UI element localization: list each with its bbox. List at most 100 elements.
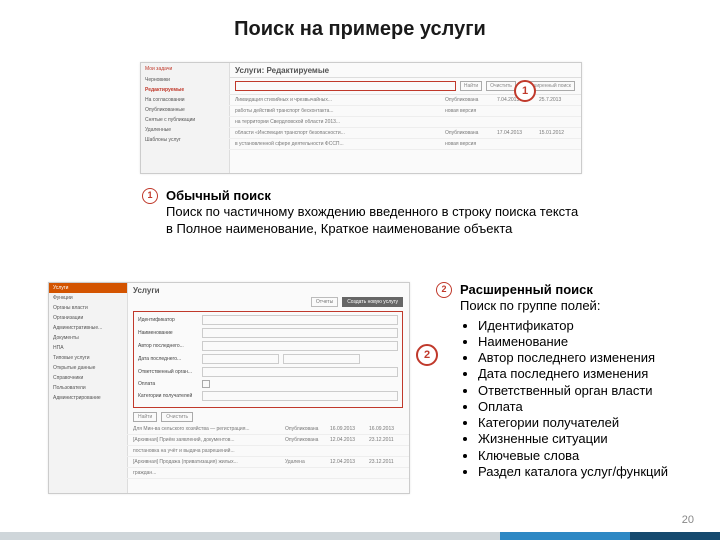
cell: постановка на учёт и выдача разрешений..…: [133, 448, 280, 454]
shot2-nav-item: НПА: [49, 343, 127, 353]
cell: [539, 108, 575, 114]
cell: области «Инспекция транспорт безопасност…: [235, 130, 439, 136]
form-input: [202, 341, 398, 351]
desc1-head: Обычный поиск: [166, 188, 582, 204]
shot2-header: Услуги: [127, 283, 409, 297]
shot2-left-nav: Услуги Функции Органы власти Организации…: [49, 283, 128, 493]
shot2-reports-button: Отчеты: [311, 297, 338, 307]
shot2-nav-item: Административные...: [49, 323, 127, 333]
cell: Опубликована: [285, 437, 325, 443]
marker-2: 2: [416, 344, 438, 366]
cell: 23.12.2011: [369, 437, 403, 443]
marker-2-inline: 2: [436, 282, 452, 298]
page-number: 20: [682, 514, 694, 526]
shot1-nav-item: Снятые с публикации: [141, 115, 229, 125]
screenshot-1: Мои задачи Черновики Редактируемые На со…: [140, 62, 582, 174]
bullet-item: Категории получателей: [478, 415, 668, 431]
table-row: области «Инспекция транспорт безопасност…: [229, 128, 581, 139]
cell: [539, 141, 575, 147]
cell: Опубликована: [285, 426, 325, 432]
shot1-nav-item: Опубликованные: [141, 105, 229, 115]
cell: работы действий транспорт бесконтакта...: [235, 108, 439, 114]
cell: граждан...: [133, 470, 280, 476]
bullet-item: Автор последнего изменения: [478, 350, 668, 366]
bullet-item: Жизненные ситуации: [478, 431, 668, 447]
screenshot-2: Услуги Функции Органы власти Организации…: [48, 282, 410, 494]
cell: новая версия: [445, 141, 491, 147]
form-label: Ответственный орган...: [138, 369, 198, 375]
shot1-find-button: Найти: [460, 81, 482, 91]
shot2-nav-item: Функции: [49, 293, 127, 303]
desc2-head: Расширенный поиск: [460, 282, 668, 298]
cell: 23.12.2011: [369, 459, 403, 465]
shot1-nav-item: Удаленные: [141, 125, 229, 135]
form-label: Категории получателей: [138, 393, 198, 399]
cell: [285, 448, 325, 454]
desc1-body: Поиск по частичному вхождению введенного…: [166, 204, 582, 237]
form-input: [202, 391, 398, 401]
shot2-nav-item: Открытые данные: [49, 363, 127, 373]
bullet-item: Ключевые слова: [478, 448, 668, 464]
bullet-item: Оплата: [478, 399, 668, 415]
cell: Опубликована: [445, 97, 491, 103]
cell: [Архивная] Приём заявлений, документов..…: [133, 437, 280, 443]
table-row: [Архивная] Приём заявлений, документов..…: [127, 435, 409, 446]
shot1-header: Услуги: Редактируемые: [229, 63, 581, 78]
bullet-item: Дата последнего изменения: [478, 366, 668, 382]
table-row: на территории Свердловской области 2013.…: [229, 117, 581, 128]
cell: на территории Свердловской области 2013.…: [235, 119, 439, 125]
cell: [445, 119, 491, 125]
shot2-clear-button: Очистить: [161, 412, 193, 422]
cell: [497, 108, 533, 114]
cell: 16.09.2013: [330, 426, 364, 432]
desc2-bullets: Идентификатор Наименование Автор последн…: [460, 318, 668, 481]
cell: [369, 470, 403, 476]
shot1-nav-item: Редактируемые: [141, 85, 229, 95]
cell: [497, 119, 533, 125]
cell: [539, 119, 575, 125]
form-input: [202, 315, 398, 325]
cell: Опубликована: [445, 130, 491, 136]
cell: новая версия: [445, 108, 491, 114]
table-row: работы действий транспорт бесконтакта...…: [229, 106, 581, 117]
form-input: [202, 367, 398, 377]
form-input: [283, 354, 360, 364]
shot1-nav-item: На согласовании: [141, 95, 229, 105]
shot2-nav-item: Органы власти: [49, 303, 127, 313]
bullet-item: Наименование: [478, 334, 668, 350]
shot2-create-button: Создать новую услугу: [342, 297, 403, 307]
bullet-item: Ответственный орган власти: [478, 383, 668, 399]
cell: 15.01.2012: [539, 130, 575, 136]
shot1-nav-item: Черновики: [141, 75, 229, 85]
marker-1: 1: [514, 80, 536, 102]
cell: 12.04.2013: [330, 459, 364, 465]
shot1-nav-item: Шаблоны услуг: [141, 135, 229, 145]
desc2-intro: Поиск по группе полей:: [460, 298, 668, 314]
form-input: [202, 328, 398, 338]
form-label: Наименование: [138, 330, 198, 336]
form-label: Идентификатор: [138, 317, 198, 323]
form-label: Оплата: [138, 381, 198, 387]
cell: [497, 141, 533, 147]
form-input: [202, 354, 279, 364]
table-row: [Архивная] Продажа (приватизация) жилых.…: [127, 457, 409, 468]
shot2-nav-item: Типовые услуги: [49, 353, 127, 363]
bottom-bar: [0, 532, 720, 540]
cell: 12.04.2013: [330, 437, 364, 443]
cell: [285, 470, 325, 476]
shot2-nav-item: Документы: [49, 333, 127, 343]
shot2-nav-item: Пользователи: [49, 383, 127, 393]
bullet-item: Идентификатор: [478, 318, 668, 334]
shot1-left-nav: Мои задачи Черновики Редактируемые На со…: [141, 63, 230, 173]
cell: 25.7.2013: [539, 97, 575, 103]
table-row: постановка на учёт и выдача разрешений..…: [127, 446, 409, 457]
cell: [330, 448, 364, 454]
shot2-nav-item: Организации: [49, 313, 127, 323]
cell: [Архивная] Продажа (приватизация) жилых.…: [133, 459, 280, 465]
shot2-nav-item: Справочники: [49, 373, 127, 383]
cell: Ликвидация стихийных и чрезвычайных...: [235, 97, 439, 103]
cell: в установленной сфере деятельности ФССП.…: [235, 141, 439, 147]
slide-title: Поиск на примере услуги: [0, 18, 720, 41]
form-label: Дата последнего...: [138, 356, 198, 362]
cell: Для Мин-ва сельского хозяйства — регистр…: [133, 426, 280, 432]
